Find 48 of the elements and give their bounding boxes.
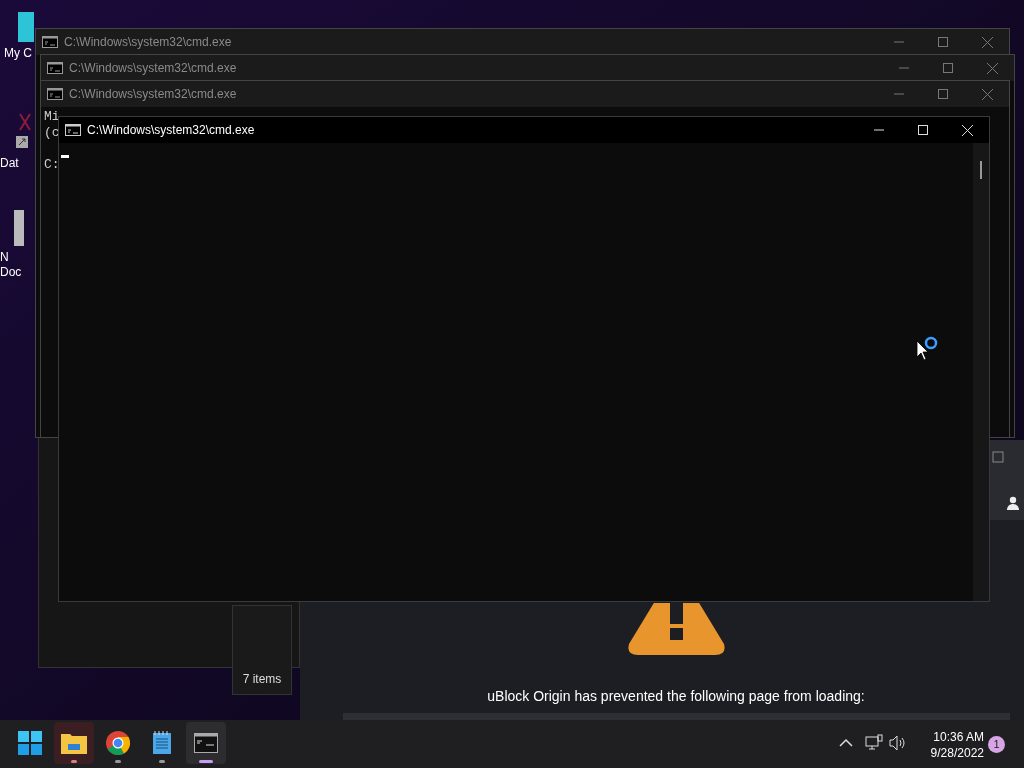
person-icon[interactable] [1005, 495, 1021, 511]
chevron-up-icon[interactable] [839, 738, 853, 748]
console-icon [42, 36, 58, 48]
maximize-icon [938, 37, 948, 47]
warning-icon [627, 603, 726, 656]
busy-cursor-icon [915, 335, 939, 363]
icon-label[interactable]: N Doc [0, 250, 22, 280]
minimize-icon [894, 41, 904, 43]
title-bar[interactable]: C:\Windows\system32\cmd.exe [59, 117, 989, 143]
status-bar: 7 items [232, 605, 292, 695]
block-message: uBlock Origin has prevented the following page from loading: [486, 687, 866, 706]
notepad-icon [152, 731, 172, 755]
clock-date[interactable]: 9/28/2022 [930, 745, 984, 761]
taskbar-app[interactable] [186, 722, 226, 764]
maximize-icon [938, 89, 948, 99]
windows-logo-icon [18, 731, 42, 755]
close-icon [961, 124, 973, 136]
console-text: C: [44, 157, 60, 173]
console-icon [47, 88, 63, 100]
scrollbar-thumb[interactable] [980, 161, 982, 179]
square-icon[interactable] [992, 451, 1004, 463]
window-title: C:\Windows\system32\cmd.exe [69, 86, 237, 103]
console-text: Mi [44, 109, 60, 125]
minimize-icon [894, 93, 904, 95]
icon-label[interactable]: Dat [0, 156, 19, 171]
icon-label[interactable]: My C [4, 46, 32, 61]
minimize-icon [899, 67, 909, 69]
minimize-icon [874, 129, 884, 131]
maximize-icon [943, 63, 953, 73]
network-icon[interactable] [865, 734, 883, 752]
close-icon [981, 36, 993, 48]
window-title: C:\Windows\system32\cmd.exe [69, 60, 237, 77]
console-text: (c [44, 125, 60, 141]
window-title: C:\Windows\system32\cmd.exe [64, 34, 232, 51]
terminal-icon [194, 733, 218, 753]
clock-time[interactable]: 10:36 AM [933, 729, 984, 745]
volume-icon[interactable] [889, 735, 907, 751]
scrollbar[interactable] [973, 143, 989, 601]
console-icon [47, 62, 63, 74]
close-icon [986, 62, 998, 74]
browser-icon [106, 731, 130, 755]
maximize-icon [918, 125, 928, 135]
window-title: C:\Windows\system32\cmd.exe [87, 122, 255, 139]
console-icon [65, 124, 81, 136]
folder-icon [61, 732, 87, 754]
taskbar-app[interactable] [54, 722, 94, 764]
close-icon [981, 88, 993, 100]
text-cursor [61, 155, 69, 158]
